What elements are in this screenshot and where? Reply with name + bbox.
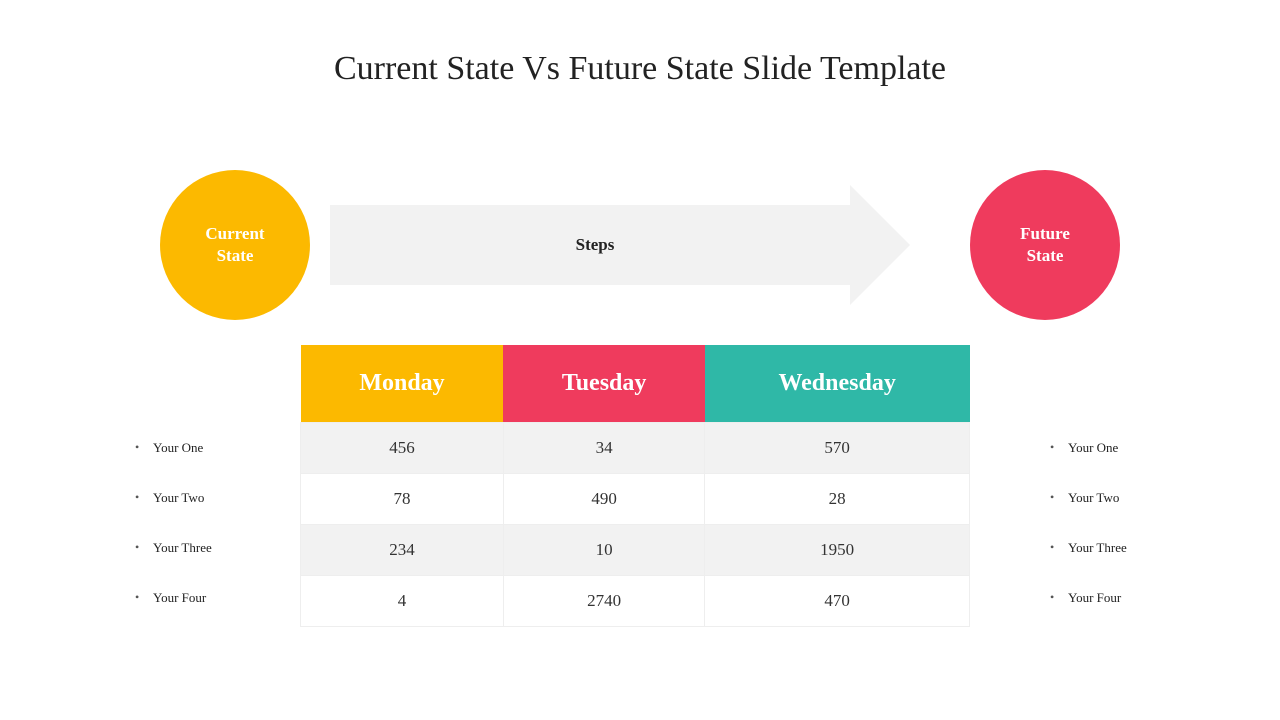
cell: 4 xyxy=(301,576,504,627)
cell: 234 xyxy=(301,525,504,576)
cell: 78 xyxy=(301,474,504,525)
current-state-circle: Current State xyxy=(160,170,310,320)
table-row: 4 2740 470 xyxy=(301,576,970,627)
list-item: Your One xyxy=(135,440,285,456)
arrow-head-icon xyxy=(850,185,910,305)
col-header-wednesday: Wednesday xyxy=(705,345,970,423)
list-item: Your One xyxy=(1050,440,1200,456)
table-row: 78 490 28 xyxy=(301,474,970,525)
list-item: Your Two xyxy=(1050,490,1200,506)
current-state-label: Current State xyxy=(205,223,264,267)
steps-arrow: Steps xyxy=(330,205,910,285)
list-item: Your Four xyxy=(1050,590,1200,606)
future-state-circle: Future State xyxy=(970,170,1120,320)
list-item: Your Four xyxy=(135,590,285,606)
steps-data-table: Monday Tuesday Wednesday 456 34 570 78 4… xyxy=(300,345,970,627)
cell: 10 xyxy=(503,525,704,576)
cell: 456 xyxy=(301,423,504,474)
arrow-body: Steps xyxy=(330,205,860,285)
col-header-tuesday: Tuesday xyxy=(503,345,704,423)
list-item: Your Three xyxy=(135,540,285,556)
table-row: 234 10 1950 xyxy=(301,525,970,576)
col-header-monday: Monday xyxy=(301,345,504,423)
future-state-label: Future State xyxy=(1020,223,1070,267)
cell: 570 xyxy=(705,423,970,474)
cell: 1950 xyxy=(705,525,970,576)
list-item: Your Three xyxy=(1050,540,1200,556)
right-bullet-list: Your One Your Two Your Three Your Four xyxy=(1050,440,1200,640)
page-title: Current State Vs Future State Slide Temp… xyxy=(0,50,1280,88)
table-row: 456 34 570 xyxy=(301,423,970,474)
cell: 2740 xyxy=(503,576,704,627)
cell: 470 xyxy=(705,576,970,627)
cell: 490 xyxy=(503,474,704,525)
cell: 28 xyxy=(705,474,970,525)
cell: 34 xyxy=(503,423,704,474)
list-item: Your Two xyxy=(135,490,285,506)
left-bullet-list: Your One Your Two Your Three Your Four xyxy=(135,440,285,640)
arrow-label: Steps xyxy=(576,235,615,255)
table-header-row: Monday Tuesday Wednesday xyxy=(301,345,970,423)
